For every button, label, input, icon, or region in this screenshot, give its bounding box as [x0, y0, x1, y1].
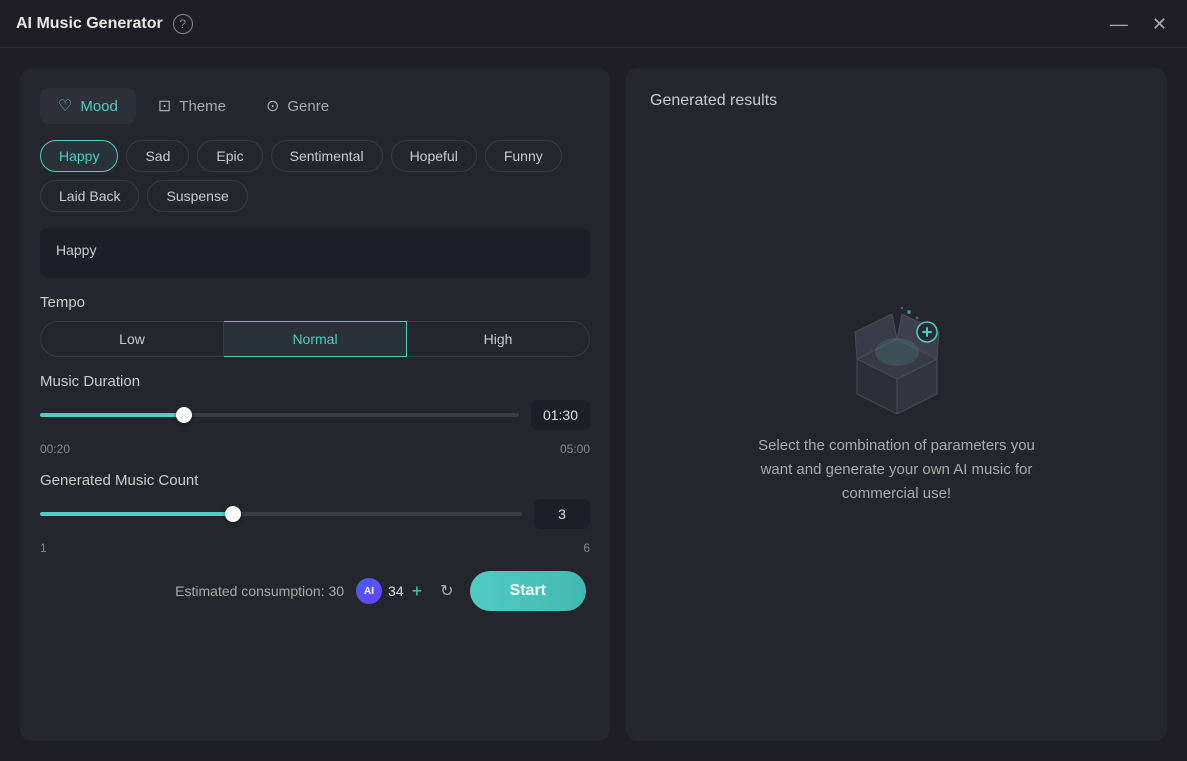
titlebar-left: AI Music Generator ? [16, 14, 193, 34]
music-duration-label: Music Duration [40, 373, 590, 390]
duration-slider-track[interactable] [40, 405, 519, 425]
duration-value: 01:30 [531, 400, 590, 430]
mood-sentimental[interactable]: Sentimental [271, 140, 383, 172]
tempo-section: Tempo Low Normal High [40, 294, 590, 357]
count-slider-row: 3 [40, 499, 590, 529]
mood-laid-back[interactable]: Laid Back [40, 180, 139, 212]
music-count-section: Generated Music Count 3 1 6 [40, 472, 590, 555]
mood-hopeful[interactable]: Hopeful [391, 140, 477, 172]
titlebar: AI Music Generator ? — ✕ [0, 0, 1187, 48]
mood-sad[interactable]: Sad [126, 140, 189, 172]
left-panel: ♡ Mood ⊡ Theme ⊙ Genre Happy Sad Epic Se… [20, 68, 610, 741]
window-controls: — ✕ [1106, 11, 1171, 37]
selected-mood-display: Happy [40, 228, 590, 278]
empty-state-text: Select the combination of parameters you… [757, 434, 1037, 506]
mood-epic[interactable]: Epic [197, 140, 262, 172]
count-value: 3 [534, 499, 590, 529]
app-title: AI Music Generator [16, 15, 163, 33]
tempo-low[interactable]: Low [40, 321, 224, 357]
app-window: AI Music Generator ? — ✕ ♡ Mood ⊡ Theme [0, 0, 1187, 761]
music-duration-section: Music Duration 01:30 00:20 05:00 [40, 373, 590, 456]
mood-grid: Happy Sad Epic Sentimental Hopeful Funny… [40, 140, 590, 212]
consumption-label: Estimated consumption: 30 [175, 583, 344, 599]
ai-icon: AI [356, 578, 382, 604]
main-content: ♡ Mood ⊡ Theme ⊙ Genre Happy Sad Epic Se… [0, 48, 1187, 761]
empty-state-icon [837, 304, 957, 414]
mood-tab-icon: ♡ [58, 96, 72, 116]
empty-state: Select the combination of parameters you… [757, 304, 1037, 506]
right-panel: Generated results [626, 68, 1167, 741]
count-slider-track[interactable] [40, 504, 522, 524]
close-button[interactable]: ✕ [1148, 11, 1171, 37]
mood-funny[interactable]: Funny [485, 140, 562, 172]
generated-results-label: Generated results [650, 92, 777, 110]
bottom-bar: Estimated consumption: 30 AI 34 + ↻ Star… [40, 571, 590, 611]
duration-range-labels: 00:20 05:00 [40, 442, 590, 456]
ai-badge: AI 34 + [356, 578, 424, 604]
minimize-button[interactable]: — [1106, 11, 1132, 37]
tempo-group: Low Normal High [40, 321, 590, 357]
tab-mood[interactable]: ♡ Mood [40, 88, 136, 124]
music-count-label: Generated Music Count [40, 472, 590, 489]
tab-genre[interactable]: ⊙ Genre [248, 88, 347, 124]
mood-happy[interactable]: Happy [40, 140, 118, 172]
duration-slider-row: 01:30 [40, 400, 590, 430]
tempo-high[interactable]: High [407, 321, 590, 357]
help-button[interactable]: ? [173, 14, 193, 34]
tab-bar: ♡ Mood ⊡ Theme ⊙ Genre [40, 88, 590, 124]
credits-count: 34 [388, 583, 404, 599]
tab-theme[interactable]: ⊡ Theme [140, 88, 244, 124]
genre-tab-icon: ⊙ [266, 96, 279, 116]
refresh-button[interactable]: ↻ [436, 581, 457, 601]
count-range-labels: 1 6 [40, 541, 590, 555]
start-button[interactable]: Start [470, 571, 586, 611]
tempo-normal[interactable]: Normal [224, 321, 407, 357]
tempo-label: Tempo [40, 294, 590, 311]
add-credits-button[interactable]: + [410, 581, 425, 602]
mood-suspense[interactable]: Suspense [147, 180, 247, 212]
theme-tab-icon: ⊡ [158, 96, 171, 116]
